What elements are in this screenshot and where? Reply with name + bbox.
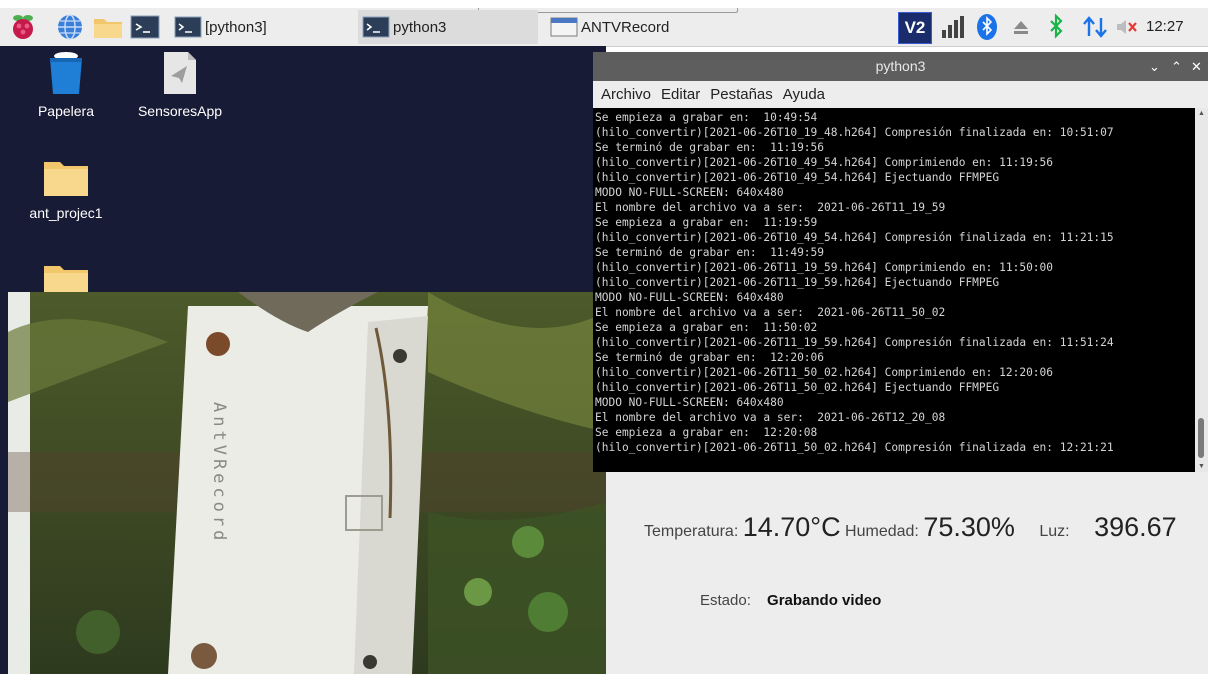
terminal-icon[interactable] xyxy=(130,13,160,41)
temperature-value: 14.70°C xyxy=(742,512,841,542)
vnc-icon[interactable]: V2 xyxy=(898,12,932,44)
terminal-line: (hilo_convertir)[2021-06-26T11_19_59.h26… xyxy=(595,276,1000,289)
terminal-output[interactable]: Se empieza a grabar en: 10:49:54 (hilo_co… xyxy=(593,108,1195,472)
trash-icon xyxy=(50,52,82,94)
volume-muted-icon[interactable] xyxy=(1114,12,1140,42)
terminal-window: python3 ⌄ ⌃ ✕ Archivo Editar Pestañas Ay… xyxy=(593,52,1208,472)
scroll-down-icon[interactable]: ▼ xyxy=(1198,463,1205,470)
desktop-icon-label: ant_projec1 xyxy=(29,205,103,221)
status-value: Grabando video xyxy=(767,592,882,609)
vnc-label: V2 xyxy=(904,18,926,37)
desktop-icon-label: SensoresApp xyxy=(137,103,223,119)
camera-preview: AntVRecord xyxy=(8,292,606,674)
camera-image: AntVRecord xyxy=(8,292,606,674)
terminal-line: (hilo_convertir)[2021-06-26T11_50_02.h26… xyxy=(595,366,1054,379)
terminal-line: (hilo_convertir)[2021-06-26T10_49_54.h26… xyxy=(595,171,1000,184)
globe-icon[interactable] xyxy=(54,13,86,41)
task-label: ANTVRecord xyxy=(581,18,670,36)
terminal-line: Se empieza a grabar en: 11:50:02 xyxy=(595,321,818,334)
scroll-thumb[interactable] xyxy=(1198,418,1204,458)
terminal-line: (hilo_convertir)[2021-06-26T11_50_02.h26… xyxy=(595,381,1000,394)
terminal-line: (hilo_convertir)[2021-06-26T10_49_54.h26… xyxy=(595,231,1114,244)
scroll-up-icon[interactable]: ▲ xyxy=(1198,110,1205,117)
menu-editar[interactable]: Editar xyxy=(661,86,700,103)
terminal-line: Se terminó de grabar en: 11:49:59 xyxy=(595,246,825,259)
terminal-line: MODO NO-FULL-SCREEN: 640x480 xyxy=(595,396,784,409)
raspberry-pi-icon[interactable] xyxy=(8,13,38,41)
terminal-line: El nombre del archivo va a ser: 2021-06-… xyxy=(595,306,946,319)
window-icon xyxy=(550,17,578,37)
terminal-line: (hilo_convertir)[2021-06-26T10_49_54.h26… xyxy=(595,156,1054,169)
terminal-line: El nombre del archivo va a ser: 2021-06-… xyxy=(595,411,946,424)
folder-icon[interactable] xyxy=(92,13,124,41)
terminal-line: (hilo_convertir)[2021-06-26T11_19_59.h26… xyxy=(595,261,1054,274)
folder-icon xyxy=(44,266,88,292)
terminal-line: Se empieza a grabar en: 11:19:59 xyxy=(595,216,818,229)
desktop-icon-sensoresapp[interactable]: SensoresApp xyxy=(128,50,232,119)
bluetooth-icon[interactable] xyxy=(976,12,998,42)
status-row: Estado: Grabando video xyxy=(700,592,881,609)
desktop-icon-trash[interactable]: Papelera xyxy=(28,50,104,119)
clock[interactable]: 12:27 xyxy=(1146,12,1184,42)
terminal-scrollbar[interactable]: ▲ ▼ xyxy=(1195,108,1208,472)
network-arrows-icon[interactable] xyxy=(1080,12,1110,42)
menu-pestanas[interactable]: Pestañas xyxy=(710,86,773,103)
close-icon[interactable]: ✕ xyxy=(1191,52,1202,81)
terminal-line: MODO NO-FULL-SCREEN: 640x480 xyxy=(595,291,784,304)
bluetooth-green-icon[interactable] xyxy=(1046,12,1066,42)
window-title[interactable]: python3 xyxy=(593,52,1208,81)
desktop-icon-label: Papelera xyxy=(37,103,95,119)
task-button-python3-bracket[interactable]: [python3] xyxy=(170,10,350,44)
maximize-icon[interactable]: ⌃ xyxy=(1171,52,1182,81)
light-label: Luz: xyxy=(1039,523,1070,540)
terminal-line: Se terminó de grabar en: 12:20:06 xyxy=(595,351,825,364)
app-icon xyxy=(164,52,196,94)
sensor-panel: Temperatura: 14.70°C Humedad: 75.30% Luz… xyxy=(606,472,1208,674)
terminal-menubar: Archivo Editar Pestañas Ayuda xyxy=(593,81,1208,108)
humidity-label: Humedad: xyxy=(845,523,919,540)
task-label: [python3] xyxy=(205,18,267,36)
terminal-line: MODO NO-FULL-SCREEN: 640x480 xyxy=(595,186,784,199)
terminal-line: (hilo_convertir)[2021-06-26T11_50_02.h26… xyxy=(595,441,1114,454)
status-label: Estado: xyxy=(700,592,751,609)
light-value: 396.67 xyxy=(1094,512,1177,542)
eject-icon[interactable] xyxy=(1012,12,1030,42)
terminal-line: El nombre del archivo va a ser: 2021-06-… xyxy=(595,201,946,214)
taskbar: [python3] python3 ANTVRecord V2 12:27 xyxy=(0,8,1208,47)
camera-box-label: AntVRecord xyxy=(209,402,229,544)
task-label: python3 xyxy=(393,18,447,36)
terminal-line: (hilo_convertir)[2021-06-26T11_19_59.h26… xyxy=(595,336,1114,349)
terminal-icon xyxy=(362,16,390,38)
temperature-label: Temperatura: xyxy=(644,523,739,540)
signal-icon[interactable] xyxy=(940,12,966,42)
terminal-icon xyxy=(174,16,202,38)
menu-ayuda[interactable]: Ayuda xyxy=(783,86,825,103)
desktop-icon-ant-project[interactable]: ant_projec1 xyxy=(18,158,114,221)
humidity-value: 75.30% xyxy=(923,512,1015,542)
task-button-python3[interactable]: python3 xyxy=(358,10,538,44)
terminal-line: (hilo_convertir)[2021-06-26T10_19_48.h26… xyxy=(595,126,1114,139)
minimize-icon[interactable]: ⌄ xyxy=(1149,52,1160,81)
terminal-line: Se empieza a grabar en: 10:49:54 xyxy=(595,111,818,124)
sensor-readings: Temperatura: 14.70°C Humedad: 75.30% Luz… xyxy=(644,512,1177,543)
terminal-line: Se empieza a grabar en: 12:20:08 xyxy=(595,426,818,439)
desktop-icon-folder-partial[interactable] xyxy=(40,262,92,292)
task-button-antvrecord[interactable]: ANTVRecord xyxy=(546,10,736,44)
terminal-line: Se terminó de grabar en: 11:19:56 xyxy=(595,141,825,154)
menu-archivo[interactable]: Archivo xyxy=(601,86,651,103)
folder-icon xyxy=(44,162,88,196)
